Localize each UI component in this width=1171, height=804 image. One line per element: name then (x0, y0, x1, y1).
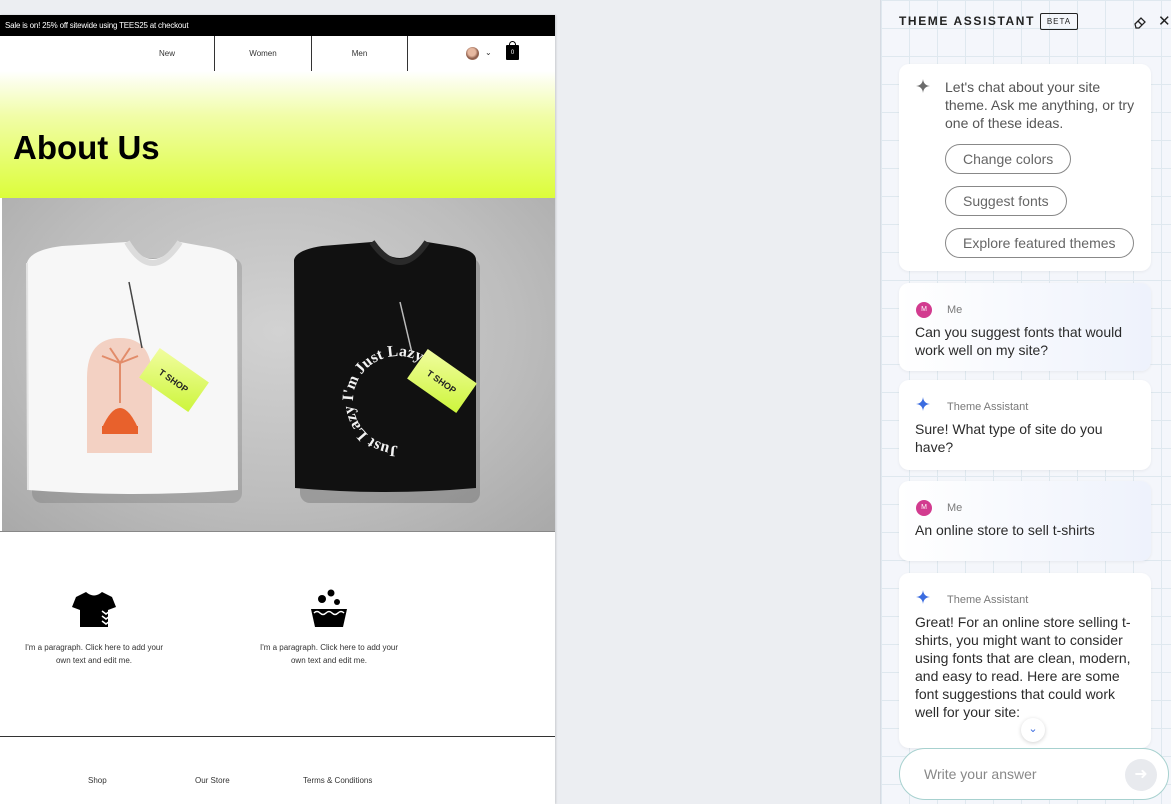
account-avatar[interactable] (466, 47, 479, 60)
eraser-icon[interactable] (1133, 15, 1147, 29)
message-author: Me (947, 304, 963, 316)
suggestion-change-colors[interactable]: Change colors (945, 144, 1072, 174)
tshirts-illustration: T SHOP Just Lazy I'm Just Lazy T SHOP (26, 240, 480, 503)
theme-assistant-panel: THEME ASSISTANT BETA ✕ Let's chat about … (880, 0, 1171, 804)
page-title: About Us (13, 129, 160, 166)
message-author: Theme Assistant (947, 594, 1029, 606)
nav-item-women[interactable]: Women (215, 36, 312, 71)
footer-link-shop[interactable]: Shop (88, 776, 107, 785)
suggestion-suggest-fonts[interactable]: Suggest fonts (945, 186, 1067, 216)
message-composer: ➜ (899, 748, 1169, 800)
tshirt-icon (72, 592, 116, 627)
suggestion-explore-themes[interactable]: Explore featured themes (945, 228, 1134, 258)
scroll-down-button[interactable]: ⌄ (1021, 718, 1045, 742)
arrow-right-icon: ➜ (1134, 766, 1148, 783)
chat-message-assistant: Theme Assistant Sure! What type of site … (899, 380, 1151, 470)
sparkle-icon (916, 590, 930, 604)
feature-item[interactable]: I'm a paragraph. Click here to add your … (24, 589, 164, 667)
cart-count: 0 (510, 50, 515, 56)
sparkle-icon (916, 397, 930, 411)
footer-link-our-store[interactable]: Our Store (195, 776, 230, 785)
nav-item-men[interactable]: Men (312, 36, 408, 71)
welcome-card: Let's chat about your site theme. Ask me… (899, 64, 1151, 271)
message-text: Great! For an online store selling t-shi… (915, 614, 1131, 720)
panel-title: THEME ASSISTANT (899, 14, 1036, 28)
close-icon[interactable]: ✕ (1158, 12, 1171, 30)
footer-link-terms[interactable]: Terms & Conditions (303, 776, 372, 785)
promo-banner: Sale is on! 25% off sitewide using TEES2… (0, 15, 555, 36)
product-photo[interactable]: T SHOP Just Lazy I'm Just Lazy T SHOP (2, 198, 555, 531)
message-text: Can you suggest fonts that would work we… (915, 324, 1123, 358)
user-avatar: M (916, 500, 932, 516)
answer-input[interactable] (924, 763, 1124, 785)
site-preview: Sale is on! 25% off sitewide using TEES2… (0, 15, 555, 804)
site-footer: Shop Our Store Terms & Conditions (0, 736, 555, 804)
welcome-text: Let's chat about your site theme. Ask me… (945, 79, 1135, 131)
user-avatar: M (916, 302, 932, 318)
hero-banner: About Us (0, 71, 555, 198)
nav-item-new[interactable]: New (120, 36, 215, 71)
feature-paragraph[interactable]: I'm a paragraph. Click here to add your … (24, 641, 164, 667)
message-author: Theme Assistant (947, 401, 1029, 413)
message-author: Me (947, 502, 963, 514)
feature-item[interactable]: I'm a paragraph. Click here to add your … (259, 589, 399, 667)
cart-icon[interactable]: 0 (506, 41, 519, 60)
beta-badge: BETA (1040, 13, 1078, 30)
palm-print (87, 338, 152, 453)
message-text: Sure! What type of site do you have? (915, 421, 1103, 455)
message-text: An online store to sell t-shirts (915, 522, 1095, 538)
panel-header: THEME ASSISTANT BETA ✕ (881, 0, 1171, 44)
chat-message-user: M Me Can you suggest fonts that would wo… (899, 283, 1151, 371)
send-button[interactable]: ➜ (1125, 759, 1157, 791)
site-nav: New Women Men ⌄ 0 (0, 36, 555, 71)
sparkle-icon (916, 79, 930, 93)
features-section: I'm a paragraph. Click here to add your … (0, 531, 555, 736)
chat-message-user: M Me An online store to sell t-shirts (899, 481, 1151, 561)
feature-paragraph[interactable]: I'm a paragraph. Click here to add your … (259, 641, 399, 667)
wash-icon (311, 589, 347, 627)
chevron-down-icon[interactable]: ⌄ (485, 48, 492, 57)
